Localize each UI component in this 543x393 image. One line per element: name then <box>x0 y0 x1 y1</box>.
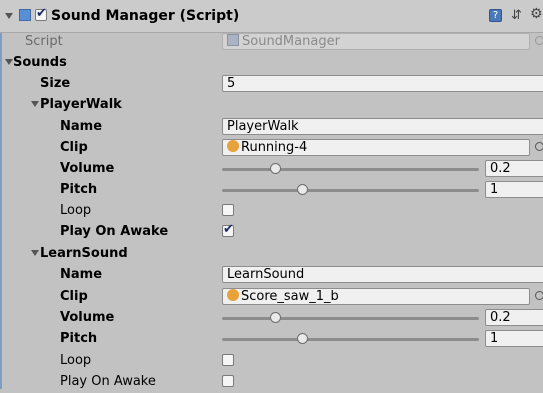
volume-label: Volume <box>60 161 115 176</box>
pitch-row: Pitch 1 <box>0 329 543 350</box>
clip-label: Clip <box>60 140 88 155</box>
loop-row: Loop <box>0 201 543 222</box>
loop-row: Loop <box>0 351 543 372</box>
volume-slider-track[interactable] <box>222 317 479 320</box>
pitch-row: Pitch 1 <box>0 180 543 201</box>
pitch-slider-thumb[interactable] <box>297 333 308 344</box>
volume-row: Volume 0.2 <box>0 308 543 329</box>
component-header: Sound Manager (Script) ? ⇵ ⚙ <box>0 0 543 33</box>
script-row: Script SoundManager <box>0 32 543 53</box>
play-on-awake-row: Play On Awake <box>0 222 543 243</box>
name-label: Name <box>60 267 103 282</box>
size-row: Size 5 <box>0 74 543 95</box>
volume-slider-thumb[interactable] <box>270 312 281 323</box>
sound-item-foldout[interactable]: PlayerWalk <box>0 95 543 116</box>
component-title: Sound Manager (Script) <box>51 8 240 24</box>
object-picker-icon <box>535 36 543 45</box>
script-file-icon <box>227 34 239 46</box>
play-on-awake-row: Play On Awake <box>0 372 543 393</box>
loop-checkbox[interactable] <box>222 204 234 216</box>
volume-input[interactable]: 0.2 <box>485 309 543 326</box>
chevron-down-icon[interactable] <box>31 101 39 107</box>
script-component-icon <box>19 9 31 21</box>
name-row: Name LearnSound <box>0 265 543 286</box>
chevron-down-icon[interactable] <box>5 59 13 65</box>
clip-label: Clip <box>60 289 88 304</box>
volume-slider-track[interactable] <box>222 168 479 171</box>
sound-item-foldout[interactable]: LearnSound <box>0 244 543 265</box>
script-label: Script <box>25 34 63 49</box>
pitch-slider-track[interactable] <box>222 338 479 341</box>
pitch-slider-track[interactable] <box>222 189 479 192</box>
pitch-label: Pitch <box>60 182 98 197</box>
object-picker-icon[interactable] <box>535 291 543 300</box>
sound-item-label: PlayerWalk <box>40 97 122 112</box>
clip-field[interactable]: Running-4 <box>222 139 530 156</box>
clip-field[interactable]: Score_saw_1_b <box>222 288 530 305</box>
script-field: SoundManager <box>222 33 530 50</box>
size-input[interactable]: 5 <box>222 75 543 92</box>
sounds-foldout[interactable]: Sounds <box>0 53 543 74</box>
clip-row: Clip Running-4 <box>0 138 543 159</box>
volume-input[interactable]: 0.2 <box>485 160 543 177</box>
chevron-down-icon[interactable] <box>31 250 39 256</box>
audio-clip-icon <box>227 289 239 301</box>
sounds-label: Sounds <box>13 55 67 70</box>
loop-label: Loop <box>60 203 92 218</box>
pitch-slider-thumb[interactable] <box>297 184 308 195</box>
component-enabled-checkbox[interactable] <box>35 6 47 21</box>
pitch-input[interactable]: 1 <box>485 181 543 198</box>
help-icon[interactable]: ? <box>489 9 502 22</box>
sound-item-label: LearnSound <box>40 246 128 261</box>
loop-checkbox[interactable] <box>222 354 234 366</box>
clip-row: Clip Score_saw_1_b <box>0 287 543 308</box>
play-on-awake-checkbox[interactable] <box>222 222 234 237</box>
pitch-input[interactable]: 1 <box>485 330 543 347</box>
chevron-down-icon[interactable] <box>5 13 13 19</box>
preset-icon[interactable]: ⇵ <box>511 8 522 23</box>
volume-row: Volume 0.2 <box>0 159 543 180</box>
volume-slider-thumb[interactable] <box>270 163 281 174</box>
size-label: Size <box>40 76 71 91</box>
gear-icon[interactable]: ⚙ <box>530 6 543 22</box>
play-on-awake-checkbox[interactable] <box>222 375 234 387</box>
name-row: Name PlayerWalk <box>0 117 543 138</box>
name-input[interactable]: LearnSound <box>222 266 543 283</box>
clip-value: Running-4 <box>241 140 308 155</box>
object-picker-icon[interactable] <box>535 142 543 151</box>
pitch-label: Pitch <box>60 331 98 346</box>
clip-value: Score_saw_1_b <box>241 289 339 304</box>
loop-label: Loop <box>60 353 92 368</box>
audio-clip-icon <box>227 140 239 152</box>
play-on-awake-label: Play On Awake <box>60 224 169 239</box>
name-input[interactable]: PlayerWalk <box>222 118 543 135</box>
script-value: SoundManager <box>242 34 340 49</box>
play-on-awake-label: Play On Awake <box>60 374 156 389</box>
name-label: Name <box>60 119 103 134</box>
volume-label: Volume <box>60 310 115 325</box>
